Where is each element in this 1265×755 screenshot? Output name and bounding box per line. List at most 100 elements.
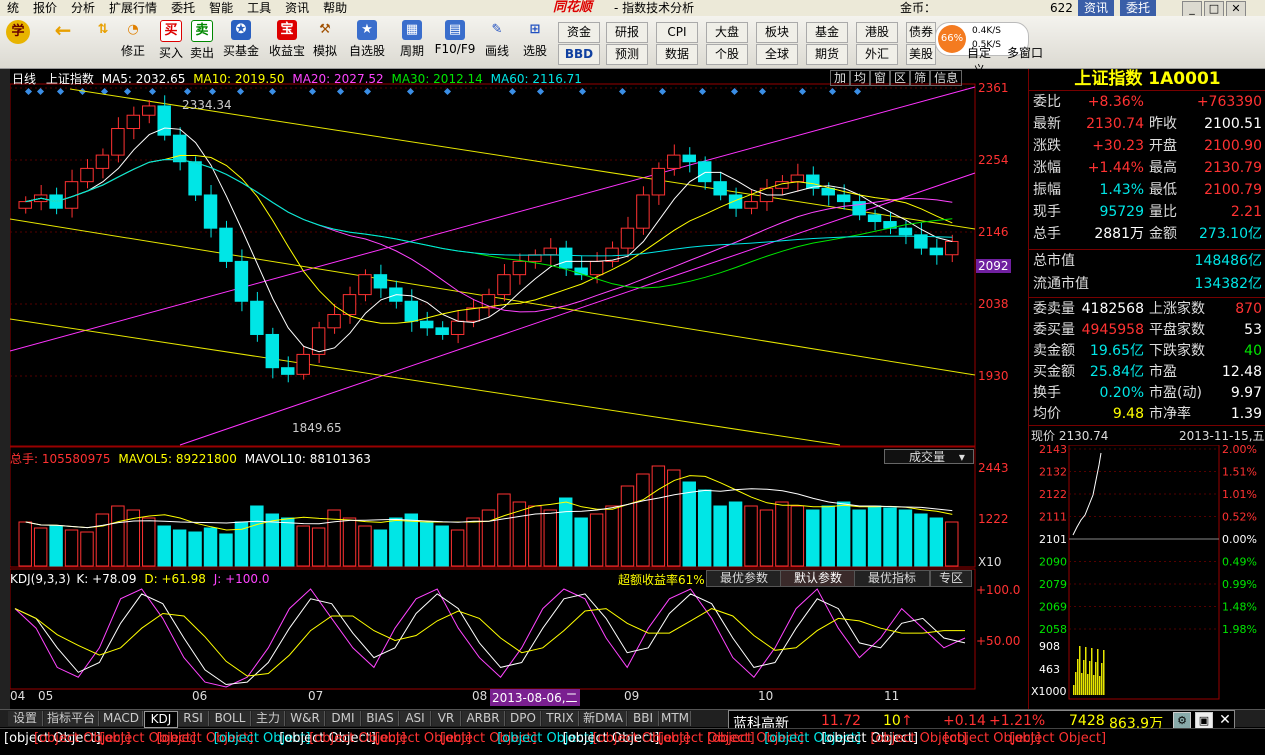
mini-price: 现价 2130.74 [1031, 429, 1109, 443]
chart-area[interactable]: 日线 上证指数 MA5: 2032.65 MA10: 2019.50 MA20:… [10, 69, 1025, 709]
tab-trix[interactable]: TRIX [542, 711, 579, 726]
filter-button[interactable]: 筛 [910, 70, 931, 86]
f10-button[interactable]: ▤ F10/F9 [432, 20, 478, 56]
tab-dmi[interactable]: DMI [326, 711, 361, 726]
volume-bar [697, 489, 712, 567]
tab-macd[interactable]: MACD [100, 711, 143, 726]
menu-item[interactable]: 智能 [202, 0, 240, 16]
intraday-axis-label: 2111 [1039, 511, 1067, 524]
date-tick: 07 [308, 689, 324, 703]
tab-指标平台[interactable]: 指标平台 [44, 711, 99, 726]
ma-line [25, 127, 953, 353]
data-button[interactable]: 数据 [656, 44, 698, 65]
multi-window-button[interactable]: 多窗口 [1004, 44, 1046, 61]
stock-button[interactable]: 个股 [706, 44, 748, 65]
forex-button[interactable]: 外汇 [856, 44, 898, 65]
fund-button[interactable]: 基金 [806, 22, 848, 43]
menu-item[interactable]: 统 [0, 0, 26, 16]
panel-title: 上证指数 1A0001 [1074, 69, 1221, 89]
tab-boll[interactable]: BOLL [210, 711, 251, 726]
stock-picker-button[interactable]: ⊞ 选股 [518, 20, 552, 59]
intraday-axis-label: 2122 [1039, 488, 1067, 501]
fix-button[interactable]: ◔ 修正 [118, 20, 148, 59]
learn-button[interactable]: 学 [5, 20, 31, 46]
forecast-button[interactable]: 预测 [606, 44, 648, 65]
watchlist-button[interactable]: ★ 自选股 [346, 20, 388, 59]
intraday-chart[interactable]: 2143 2132 2122 2111 2101 2090 2079 2069 2058 908 4… [1029, 445, 1265, 707]
tab-mtm[interactable]: MTM [660, 711, 691, 726]
capital-button[interactable]: 资金 [558, 22, 600, 43]
date-tick: 11 [884, 689, 900, 703]
futures-button[interactable]: 期货 [806, 44, 848, 65]
buy-fund-button[interactable]: ✪ 买基金 [220, 20, 262, 59]
menu-item[interactable]: 资讯 [278, 0, 316, 16]
intraday-axis-label: 463 [1039, 663, 1060, 676]
tab-新dma[interactable]: 新DMA [580, 711, 627, 726]
tab-arbr[interactable]: ARBR [462, 711, 505, 726]
intraday-volume-bar [1095, 662, 1097, 695]
research-button[interactable]: 研报 [606, 22, 648, 43]
zone-button[interactable]: 专区 [930, 570, 972, 587]
bond-button[interactable]: 债券 [906, 22, 936, 43]
tab-asi[interactable]: ASI [400, 711, 431, 726]
tab-kdj[interactable]: KDJ [144, 711, 178, 728]
ma-button[interactable]: 均 [850, 70, 871, 86]
sell-button[interactable]: 卖卖出 [187, 20, 217, 61]
maximize-icon[interactable]: □ [1204, 1, 1224, 17]
tab-w&r[interactable]: W&R [286, 711, 325, 726]
news-button[interactable]: 资讯 [1078, 0, 1115, 16]
sector-button[interactable]: 板块 [756, 22, 798, 43]
candle-body [667, 154, 681, 169]
simulate-button[interactable]: ⚒ 模拟 [310, 20, 340, 59]
info-button[interactable]: 信息 [930, 70, 963, 86]
menu-item[interactable]: 报价 [26, 0, 64, 16]
tab-vr[interactable]: VR [432, 711, 461, 726]
yield-treasure-button[interactable]: 宝收益宝 [266, 20, 308, 59]
menu-item[interactable]: 分析 [64, 0, 102, 16]
tab-bias[interactable]: BIAS [362, 711, 399, 726]
signal-marker [148, 87, 157, 96]
add-button[interactable]: 加 [830, 70, 851, 86]
back-button[interactable]: ← [50, 20, 76, 42]
market-button[interactable]: 大盘 [706, 22, 748, 43]
us-stock-button[interactable]: 美股 [906, 44, 936, 65]
hk-button[interactable]: 港股 [856, 22, 898, 43]
volume-bar [620, 485, 635, 567]
buy-button[interactable]: 买买入 [156, 20, 186, 61]
global-button[interactable]: 全球 [756, 44, 798, 65]
optimal-params-button[interactable]: 最优参数 [706, 570, 782, 587]
adjust-button[interactable]: ⇅ [88, 20, 118, 42]
updown-icon: ⇅ [97, 22, 109, 37]
signal-marker [853, 87, 862, 96]
intraday-volume-bar [1093, 675, 1095, 695]
cpi-button[interactable]: CPI [656, 22, 698, 43]
tab-rsi[interactable]: RSI [178, 711, 209, 726]
optimal-indicator-button[interactable]: 最优指标 [854, 570, 930, 587]
intraday-volume-bar [1077, 659, 1079, 695]
range-button[interactable]: 区 [890, 70, 911, 86]
close-icon[interactable]: ✕ [1217, 712, 1233, 728]
bbd-button[interactable]: BBD [558, 44, 600, 65]
ma30-value: MA30: 2012.14 [391, 72, 483, 86]
chart-svg[interactable] [10, 69, 1025, 709]
tab-bbi[interactable]: BBI [628, 711, 659, 726]
period-button[interactable]: ▦ 周期 [395, 20, 429, 59]
menu-item[interactable]: 委托 [164, 0, 202, 16]
side-tab-strip[interactable] [0, 69, 10, 709]
draw-line-button[interactable]: ✎ 画线 [480, 20, 514, 59]
tab-主力[interactable]: 主力 [252, 711, 285, 726]
tab-设置[interactable]: 设置 [8, 711, 43, 726]
close-icon[interactable]: ✕ [1226, 1, 1246, 17]
window-button[interactable]: 窗 [870, 70, 891, 86]
kdj-k-line [14, 593, 966, 686]
volume-indicator-select[interactable]: 成交量 ▾ [884, 449, 974, 464]
tab-dpo[interactable]: DPO [506, 711, 541, 726]
date-tick: 04 [10, 689, 26, 703]
menu-item[interactable]: 扩展行情 [102, 0, 164, 16]
minimize-icon[interactable]: _ [1182, 1, 1202, 17]
menu-item[interactable]: 工具 [240, 0, 278, 16]
menu-item[interactable]: 帮助 [316, 0, 354, 16]
signal-marker [336, 87, 345, 96]
trade-button[interactable]: 委托 [1120, 0, 1157, 16]
default-params-button[interactable]: 默认参数 [780, 570, 856, 587]
